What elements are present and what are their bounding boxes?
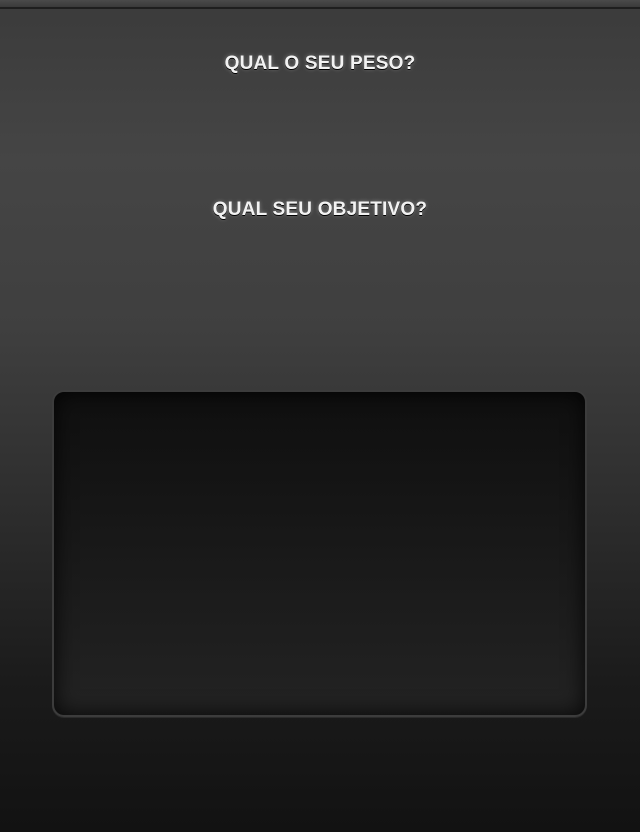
result-panel [52,390,587,717]
goal-question-label: QUAL SEU OBJETIVO? [212,199,428,220]
goal-select-area[interactable] [0,236,640,286]
weight-input-area[interactable] [0,90,640,140]
weight-question-label: QUAL O SEU PESO? [224,53,416,74]
top-bar [0,0,640,9]
